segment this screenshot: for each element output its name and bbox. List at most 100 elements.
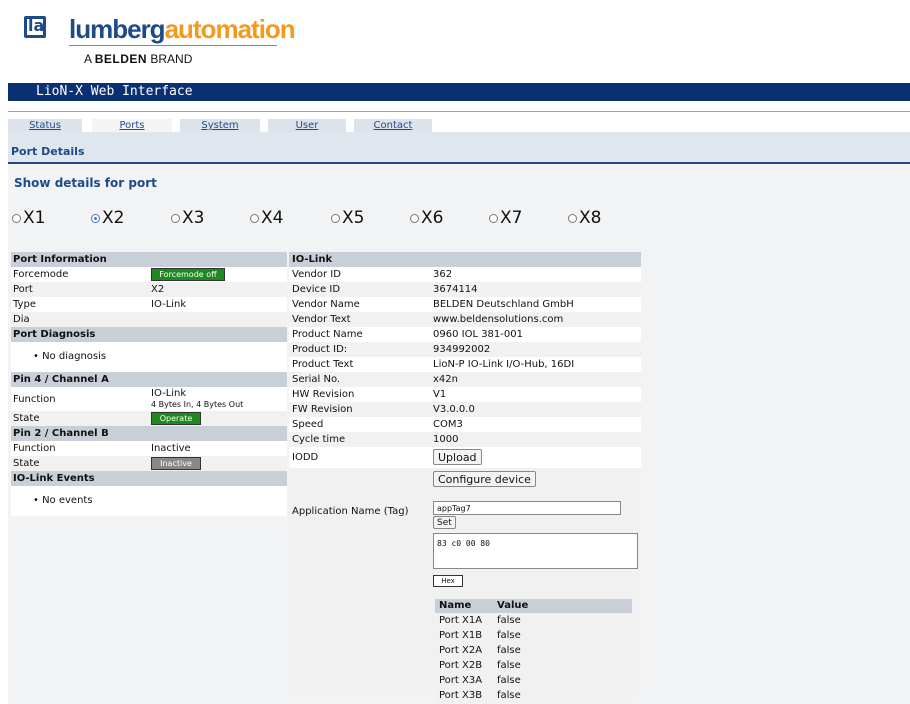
radio-icon[interactable] [12,213,21,223]
logo-mark-text: la [28,16,45,35]
iodd-row: IODD Upload [289,447,641,468]
port-radio-label: X1 [23,208,46,228]
iolink-key: Product ID: [292,344,348,355]
row-name: Port X2A [439,645,483,656]
logo-brand-line: A BELDEN BRAND [84,52,192,66]
show-details-label: Show details for port [14,176,157,190]
row-value: false [497,660,521,671]
forcemode-row: Forcemode Forcemode off [11,267,287,282]
iolink-key: Product Name [292,329,363,340]
pin4-function-label: Function [13,394,56,405]
iolink-key: HW Revision [292,389,355,400]
row-value: false [497,615,521,626]
logo-rule [69,45,277,46]
pin2-state-row: State Inactive [11,456,287,471]
port-radio-x2[interactable]: X2 [91,208,124,228]
diagnosis-text: No diagnosis [42,351,107,362]
port-row: Port X2 [11,282,287,297]
iolink-value: 1000 [433,434,459,445]
tab-system-link[interactable]: System [201,120,238,131]
events-text: No events [42,495,93,506]
pin2-function-row: Function Inactive [11,441,287,456]
iolink-row: Product Name 0960 IOL 381-001 [289,327,641,342]
tab-system[interactable]: System [180,119,260,132]
port-info-table: Port Information Forcemode Forcemode off… [11,252,287,516]
row-name: Port X2B [439,660,483,671]
pin4-function-value: IO-Link [151,388,187,399]
iolink-value: LioN-P IO-Link I/O-Hub, 16DI [433,359,575,370]
iodd-label: IODD [292,452,319,463]
row-value: false [497,645,521,656]
row-value: false [497,630,521,641]
iolink-row: Vendor Name BELDEN Deutschland GmbH [289,297,641,312]
radio-icon[interactable] [489,213,498,223]
pin4-state-badge[interactable]: Operate [151,411,201,425]
iolink-key: Serial No. [292,374,341,385]
forcemode-badge[interactable]: Forcemode off [151,267,225,281]
configure-device-button[interactable]: Configure device [433,471,536,487]
port-radio-x7[interactable]: X7 [489,208,522,228]
iolink-value: 934992002 [433,344,491,355]
process-data-table: Name Value Port X1A false Port X1B false Po… [435,599,632,703]
type-row: Type IO-Link [11,297,287,312]
row-name: Port X1A [439,615,483,626]
tab-ports-link[interactable]: Ports [119,120,144,131]
tab-contact-link[interactable]: Contact [374,120,413,131]
iolink-key: FW Revision [292,404,353,415]
tab-ports[interactable]: Ports [92,119,172,132]
port-value: X2 [151,284,165,295]
port-radio-x5[interactable]: X5 [331,208,364,228]
iolink-value: V1 [433,389,447,400]
main-nav-tabs: Status Ports System User Contact [8,115,910,132]
pin2-state-badge[interactable]: Inactive [151,456,201,470]
tab-user-link[interactable]: User [296,120,319,131]
iolink-row: Cycle time 1000 [289,432,641,447]
port-radio-label: X4 [261,208,284,228]
port-radio-x4[interactable]: X4 [250,208,283,228]
iolink-key: Vendor ID [292,269,341,280]
app-name-input[interactable]: appTag7 [433,501,621,515]
port-info-heading: Port Information [11,252,287,267]
app-name-row: Application Name (Tag) appTag7 Set [289,490,641,534]
port-radio-x8[interactable]: X8 [568,208,601,228]
radio-icon[interactable] [568,213,577,223]
iolink-row: Device ID 3674114 [289,282,641,297]
port-radio-x3[interactable]: X3 [171,208,204,228]
hex-data-field[interactable]: 83 c0 00 80 [433,533,638,569]
upload-button[interactable]: Upload [433,449,482,465]
iolink-row: HW Revision V1 [289,387,641,402]
radio-selected-icon[interactable] [91,213,100,223]
pin2-heading: Pin 2 / Channel B [11,426,287,441]
iolink-row: Vendor Text www.beldensolutions.com [289,312,641,327]
iolink-row: FW Revision V3.0.0.0 [289,402,641,417]
iolink-value: x42n [433,374,458,385]
table-row: Port X2B false [435,658,632,673]
iolink-value: www.beldensolutions.com [433,314,564,325]
hex-toggle-button[interactable]: Hex [433,575,463,587]
radio-icon[interactable] [171,213,180,223]
tab-status[interactable]: Status [8,119,82,132]
port-radio-x6[interactable]: X6 [410,208,443,228]
port-radio-label: X7 [500,208,523,228]
radio-icon[interactable] [410,213,419,223]
iolink-value: V3.0.0.0 [433,404,475,415]
table-header: Name Value [435,599,632,613]
iolink-key: Product Text [292,359,354,370]
radio-icon[interactable] [250,213,259,223]
port-radio-label: X2 [102,208,125,228]
set-button[interactable]: Set [433,516,456,529]
dia-row: Dia [11,312,287,327]
tab-contact[interactable]: Contact [354,119,432,132]
brand-suffix: BRAND [150,52,193,66]
tab-status-link[interactable]: Status [29,120,61,131]
app-name-label: Application Name (Tag) [292,506,409,517]
row-name: Port X3A [439,675,483,686]
port-radio-x1[interactable]: X1 [12,208,45,228]
radio-icon[interactable] [331,213,340,223]
pin4-state-row: State Operate [11,411,287,426]
port-radio-label: X5 [342,208,365,228]
type-label: Type [13,299,36,310]
tab-user[interactable]: User [268,119,346,132]
table-row: Port X3A false [435,673,632,688]
brand-name: BELDEN [94,52,148,66]
